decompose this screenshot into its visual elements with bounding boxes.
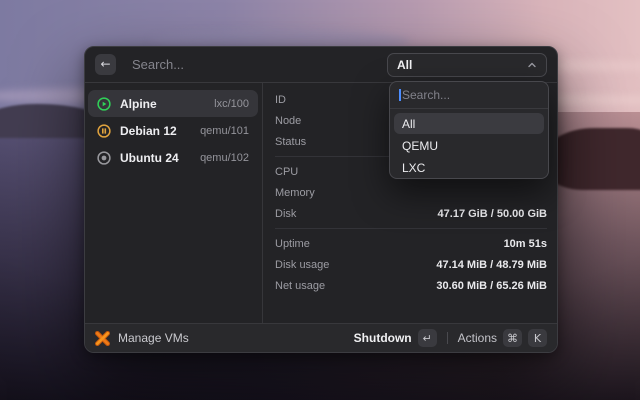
chevron-up-icon <box>527 60 537 70</box>
detail-label: Disk usage <box>275 258 330 271</box>
vm-id: lxc/100 <box>214 97 249 110</box>
dropdown-option-all[interactable]: All <box>394 113 544 134</box>
detail-label: Status <box>275 135 307 148</box>
actions-button[interactable]: Actions ⌘ K <box>458 329 547 347</box>
dropdown-option-lxc[interactable]: LXC <box>394 157 544 178</box>
vm-list-item-debian[interactable]: Debian 12 qemu/101 <box>88 117 258 144</box>
app-label: Manage VMs <box>118 331 189 345</box>
detail-row-memory: Memory <box>275 182 547 203</box>
shutdown-label: Shutdown <box>353 331 412 345</box>
dropdown-options: All QEMU LXC <box>390 109 548 178</box>
detail-row-uptime: Uptime 10m 51s <box>275 233 547 254</box>
detail-label: Net usage <box>275 279 326 292</box>
filter-dropdown: Search... All QEMU LXC <box>389 81 549 179</box>
vm-name: Debian 12 <box>120 123 177 138</box>
detail-value: 47.17 GiB / 50.00 GiB <box>437 207 547 220</box>
detail-label: CPU <box>275 165 299 178</box>
vm-command-palette-window: ← All Alpine lxc/100 Debian <box>84 46 558 353</box>
detail-label: Memory <box>275 186 315 199</box>
footer-actions: Shutdown ↵ Actions ⌘ K <box>354 329 547 347</box>
proxmox-logo-icon <box>95 330 110 346</box>
detail-value: 30.60 MiB / 65.26 MiB <box>436 279 547 292</box>
k-key-icon: K <box>528 329 547 347</box>
vm-list-item-alpine[interactable]: Alpine lxc/100 <box>88 90 258 117</box>
vm-id: qemu/102 <box>200 151 249 164</box>
detail-row-disk-usage: Disk usage 47.14 MiB / 48.79 MiB <box>275 254 547 275</box>
dropdown-search-input[interactable]: Search... <box>390 82 548 109</box>
filter-select[interactable]: All <box>387 52 547 77</box>
vm-id: qemu/101 <box>200 124 249 137</box>
footer-bar: Manage VMs Shutdown ↵ Actions ⌘ K <box>85 323 557 352</box>
detail-label: Node <box>275 114 302 127</box>
text-cursor <box>399 89 401 101</box>
detail-label: Uptime <box>275 237 310 250</box>
dropdown-search-placeholder: Search... <box>402 88 451 102</box>
footer-brand: Manage VMs <box>95 330 189 346</box>
detail-row-net-usage: Net usage 30.60 MiB / 65.26 MiB <box>275 275 547 296</box>
actions-label: Actions <box>457 331 497 345</box>
vm-list: Alpine lxc/100 Debian 12 qemu/101 Ubuntu… <box>85 83 263 323</box>
shutdown-button[interactable]: Shutdown ↵ <box>354 329 437 347</box>
filter-select-value: All <box>397 57 413 72</box>
search-input[interactable] <box>132 57 387 72</box>
detail-value: 10m 51s <box>503 237 547 250</box>
play-circle-icon <box>97 96 111 111</box>
arrow-left-icon: ← <box>100 57 111 71</box>
footer-divider <box>446 332 448 344</box>
detail-group-divider <box>275 228 547 229</box>
vm-list-item-ubuntu[interactable]: Ubuntu 24 qemu/102 <box>88 144 258 171</box>
back-button[interactable]: ← <box>95 54 116 75</box>
dropdown-option-qemu[interactable]: QEMU <box>394 135 544 156</box>
pause-circle-icon <box>97 123 111 138</box>
detail-label: Disk <box>275 207 297 220</box>
detail-row-disk: Disk 47.17 GiB / 50.00 GiB <box>275 203 547 224</box>
detail-value: 47.14 MiB / 48.79 MiB <box>436 258 547 271</box>
stop-circle-icon <box>97 150 111 165</box>
topbar: ← All <box>85 47 557 83</box>
detail-label: ID <box>275 93 286 106</box>
enter-key-icon: ↵ <box>417 329 437 347</box>
vm-name: Ubuntu 24 <box>120 150 179 165</box>
command-key-icon: ⌘ <box>503 329 522 347</box>
vm-name: Alpine <box>120 96 157 111</box>
